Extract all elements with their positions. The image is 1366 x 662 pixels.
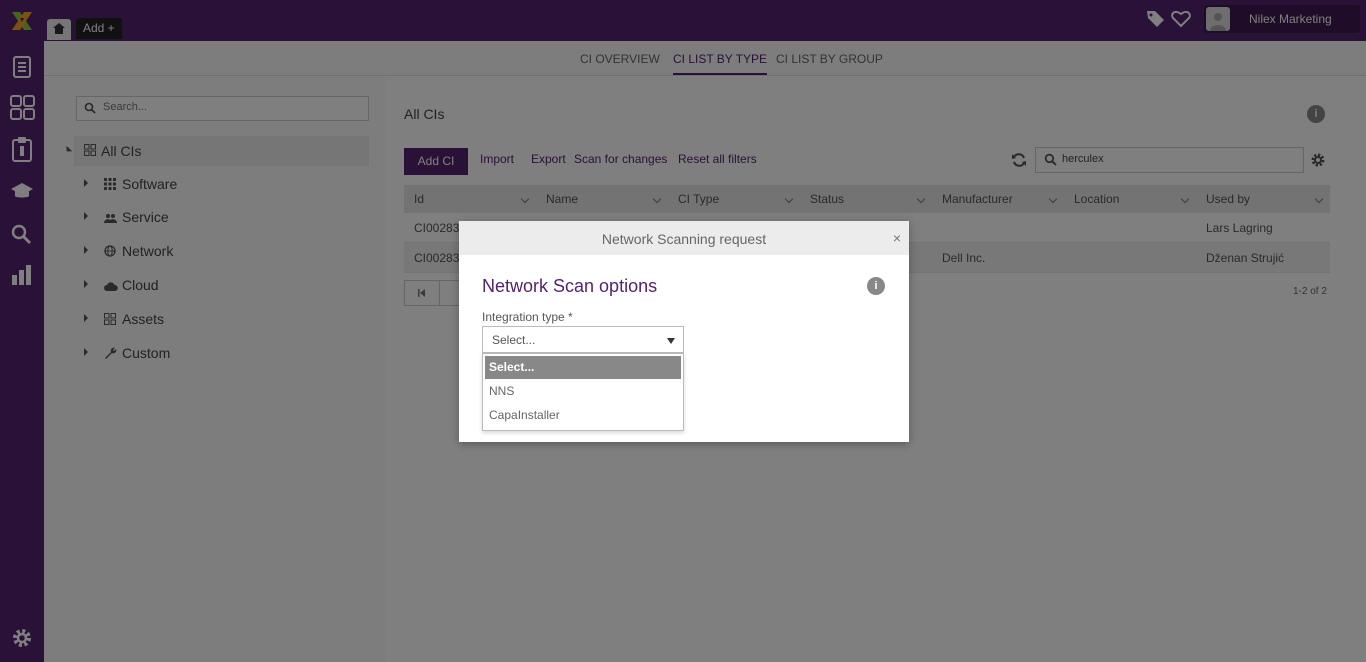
option-capainstaller[interactable]: CapaInstaller [485,404,681,427]
option-select[interactable]: Select... [485,356,681,379]
option-nns[interactable]: NNS [485,380,681,403]
info-icon[interactable]: i [867,277,885,295]
network-scan-dialog: Network Scanning request × Network Scan … [459,221,909,442]
dialog-heading: Network Scan options [482,276,658,296]
dialog-title: Network Scanning request [601,231,767,247]
close-icon[interactable]: × [893,230,901,246]
integration-type-label: Integration type * [482,310,573,324]
dropdown-arrow-icon [667,338,675,344]
select-value: Select... [492,333,536,347]
integration-type-select[interactable]: Select... [482,326,684,353]
dialog-header: Network Scanning request × [459,221,909,255]
integration-type-options: Select... NNS CapaInstaller [482,353,684,431]
